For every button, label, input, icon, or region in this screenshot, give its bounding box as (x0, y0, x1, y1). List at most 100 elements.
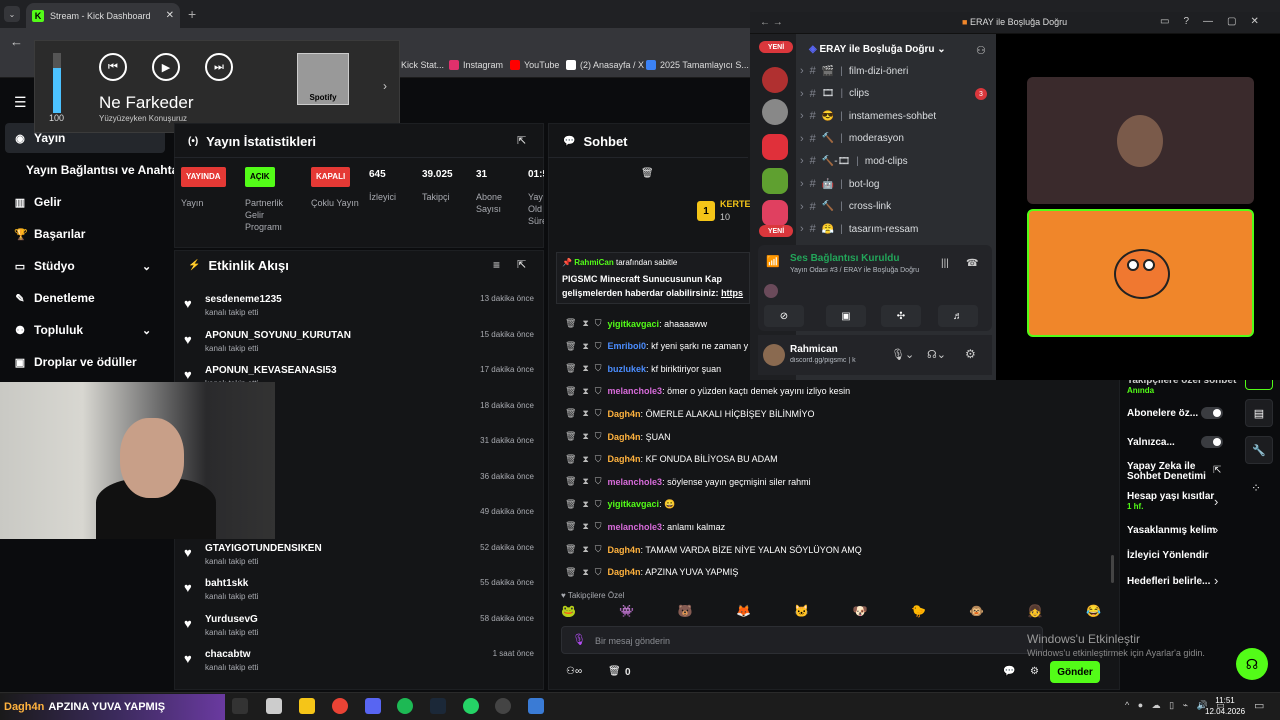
chrome-icon[interactable] (332, 698, 348, 714)
timeout-icon[interactable]: ⧗ (582, 454, 588, 465)
expand-icon[interactable]: ⇱ (517, 258, 526, 271)
disconnect-icon[interactable]: ☎ (966, 258, 978, 269)
chevron-right-icon[interactable]: › (1214, 522, 1218, 537)
chat-username[interactable]: Dagh4n (608, 454, 641, 464)
activities-button[interactable]: ✣ (881, 305, 921, 327)
microphone-icon[interactable]: 🎙 (572, 633, 586, 646)
emote-face-icon[interactable]: 👾 (619, 604, 634, 622)
discord-channel[interactable]: › # 🎬 | film-dizi-öneri (800, 65, 908, 77)
sidebar-item-studyo[interactable]: ▭ Stüdyo ⌄ (14, 259, 151, 273)
follower-name[interactable]: baht1skk (205, 578, 248, 589)
expand-icon[interactable]: ⇱ (517, 134, 526, 147)
follower-name[interactable]: APONUN_SOYUNU_KURUTAN (205, 330, 351, 341)
delete-icon[interactable]: 🗑 (565, 341, 576, 352)
delete-icon[interactable]: 🗑 (565, 521, 576, 532)
timeout-icon[interactable]: ⧗ (582, 567, 588, 578)
chat-username[interactable]: Dagh4n (608, 432, 641, 442)
back-icon[interactable]: ← (10, 34, 23, 49)
timeout-icon[interactable]: ⧗ (582, 408, 588, 419)
previous-track-button[interactable]: ⏮ (99, 53, 127, 81)
setting-banned-words[interactable]: Yasaklanmış kelim (1127, 525, 1215, 536)
timeout-icon[interactable]: ⧗ (582, 499, 588, 510)
external-link-icon[interactable]: ⇱ (1213, 465, 1221, 476)
emote-girl-icon[interactable]: 👧 (1028, 604, 1043, 622)
sidebar-item-droplar[interactable]: ▣ Droplar ve ödüller (14, 355, 137, 369)
sidebar-item-stream-key[interactable]: Yayın Bağlantısı ve Anahtarı (26, 163, 186, 177)
tab-menu-button[interactable]: ⌄ (4, 6, 20, 22)
chat-username[interactable]: yigitkavgaci (608, 499, 660, 509)
discord-server-name[interactable]: ◈ ERAY ile Boşluğa Doğru ⌄ (809, 44, 946, 55)
chat-bubble-icon[interactable]: 💬 (1003, 666, 1015, 677)
tab-close-icon[interactable]: ✕ (166, 10, 174, 21)
new-tab-button[interactable]: + (188, 6, 196, 22)
timeout-icon[interactable]: ⧗ (582, 363, 588, 374)
setting-only[interactable]: Yalnızca... (1127, 437, 1175, 448)
server-avatar[interactable] (762, 200, 788, 226)
timeout-icon[interactable]: ⧗ (582, 318, 588, 329)
gear-icon[interactable]: ⚙ (965, 347, 976, 361)
emote-dog-icon[interactable]: 🐶 (853, 604, 868, 622)
emote-laugh-icon[interactable]: 😂 (1086, 604, 1101, 622)
notification-icon[interactable]: ▭ (1254, 699, 1264, 712)
gift-icon[interactable]: 🗑 (608, 666, 621, 677)
settings-scrollbar[interactable] (1111, 555, 1114, 583)
delete-icon[interactable]: 🗑 (565, 499, 576, 510)
task-view-icon[interactable] (232, 698, 248, 714)
voice-participant-tile[interactable] (1027, 77, 1254, 204)
emote-monkey-icon[interactable]: 🐵 (969, 604, 984, 622)
screen-share-button[interactable]: ▣ (826, 305, 866, 327)
soundboard-button[interactable]: ♬ (938, 305, 978, 327)
emote-bear-icon[interactable]: 🐻 (678, 604, 693, 622)
sidebar-item-topluluk[interactable]: ⚉ Topluluk ⌄ (14, 323, 151, 337)
emote-duck-icon[interactable]: 🐤 (911, 604, 926, 622)
follower-name[interactable]: sesdeneme1235 (205, 294, 282, 305)
play-button[interactable]: ▶ (152, 53, 180, 81)
chevron-right-icon[interactable]: › (1214, 494, 1218, 509)
voice-participant-tile-speaking[interactable] (1027, 209, 1254, 337)
spotify-icon[interactable] (397, 698, 413, 714)
headphone-icon[interactable]: ☊⌄ (927, 348, 946, 361)
wrench-tool-button[interactable]: 🔧 (1245, 436, 1273, 464)
timeout-icon[interactable]: ⧗ (582, 544, 588, 555)
clock[interactable]: 11:51 12.04.2026 (1205, 695, 1245, 717)
emote-frog-icon[interactable]: 🐸 (561, 604, 576, 622)
subscribers-only-toggle[interactable] (1201, 407, 1223, 419)
file-explorer-icon[interactable] (299, 698, 315, 714)
chat-username[interactable]: yigitkavgaci (608, 319, 660, 329)
browser-tab[interactable]: K Stream - Kick Dashboard ✕ (26, 3, 180, 28)
timeout-icon[interactable]: ⧗ (582, 341, 588, 352)
trash-icon[interactable]: 🗑 (641, 168, 654, 179)
setting-viewer-redirect[interactable]: İzleyici Yönlendir (1127, 550, 1209, 561)
server-avatar[interactable] (762, 99, 788, 125)
chat-username[interactable]: Dagh4n (608, 545, 641, 555)
timeout-icon[interactable]: ⧗ (582, 431, 588, 442)
link-icon[interactable]: ⚇∞ (566, 666, 582, 677)
hamburger-menu-icon[interactable]: ☰ (14, 94, 27, 111)
send-button[interactable]: Gönder (1050, 661, 1100, 683)
pinned-link[interactable]: https (721, 288, 743, 298)
server-avatar[interactable] (762, 134, 788, 160)
timeout-icon[interactable]: ⧗ (582, 386, 588, 397)
discord-window-controls[interactable]: ▭?—▢✕ (1160, 16, 1273, 27)
chat-username[interactable]: melanchole3 (608, 386, 663, 396)
apps-icon[interactable]: ⁘ (1251, 481, 1261, 495)
timeout-icon[interactable]: ⧗ (582, 521, 588, 532)
microphone-icon[interactable]: 🎙⌄ (891, 348, 914, 361)
discord-channel[interactable]: › # 😎 | instamemes-sohbet (800, 110, 936, 122)
chat-username[interactable]: Dagh4n (608, 409, 641, 419)
setting-subscribers-only[interactable]: Abonelere öz... (1127, 408, 1198, 419)
delete-icon[interactable]: 🗑 (565, 454, 576, 465)
discord-channel[interactable]: › # 🔨 | cross-link (800, 201, 891, 213)
bookmark-kick-stat[interactable]: Kick Stat... (401, 60, 444, 70)
discord-icon[interactable] (365, 698, 381, 714)
follower-name[interactable]: YurdusevG (205, 614, 258, 625)
app-icon[interactable] (528, 698, 544, 714)
sidebar-item-yayin[interactable]: ◉ Yayın (14, 131, 65, 145)
obs-icon[interactable] (495, 698, 511, 714)
delete-icon[interactable]: 🗑 (565, 408, 576, 419)
setting-goals[interactable]: Hedefleri belirle... (1127, 576, 1210, 587)
sidebar-item-gelir[interactable]: ▥ Gelir (14, 195, 62, 209)
delete-icon[interactable]: 🗑 (565, 363, 576, 374)
volume-slider[interactable] (53, 53, 61, 113)
bookmark-tamamlayici[interactable]: 2025 Tamamlayıcı S... (646, 60, 749, 70)
